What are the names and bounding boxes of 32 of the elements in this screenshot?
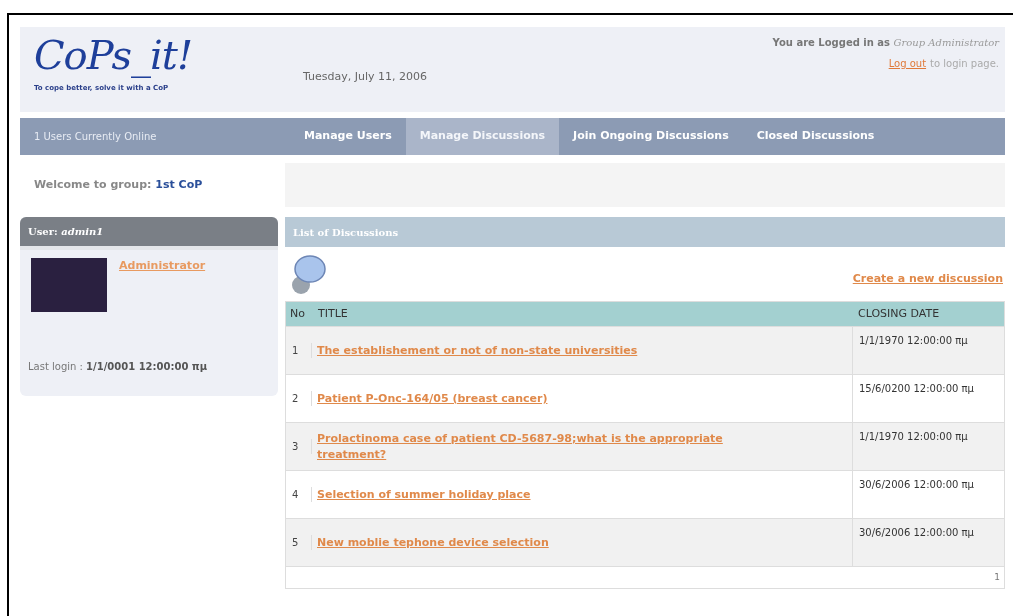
- closing-date: 30/6/2006 12:00:00 πμ: [852, 519, 1004, 566]
- nav-tab[interactable]: Join Ongoing Discussions: [559, 118, 743, 155]
- speech-bubble-icon: [289, 253, 327, 295]
- current-date: Tuesday, July 11, 2006: [303, 69, 427, 85]
- nav-tab[interactable]: Manage Discussions: [405, 118, 560, 155]
- column-header: No: [289, 305, 306, 322]
- discussion-link[interactable]: Patient P-Onc-164/05 (breast cancer): [317, 390, 792, 407]
- column-header: TITLE: [317, 305, 349, 322]
- row-number: 2: [286, 391, 312, 406]
- page-number: 1: [994, 570, 1000, 584]
- create-discussion-link[interactable]: Create a new discussion: [852, 270, 1003, 287]
- logo-text: CoPs_it!: [34, 33, 193, 77]
- row-number: 4: [286, 487, 312, 502]
- row-number: 5: [286, 535, 312, 550]
- row-number: 1: [286, 343, 312, 358]
- online-users: 1 Users Currently Online: [33, 130, 158, 144]
- user-title: User: admin1: [28, 225, 104, 239]
- discussion-link[interactable]: Selection of summer holiday place: [317, 486, 792, 503]
- row-number: 3: [286, 439, 312, 454]
- login-status: You are Logged in as Group Administrator: [772, 36, 999, 50]
- nav-tab[interactable]: Closed Discussions: [742, 118, 889, 155]
- nav-tab[interactable]: Manage Users: [290, 118, 406, 155]
- logout-link[interactable]: Log out: [888, 56, 927, 71]
- last-login: Last login : 1/1/0001 12:00:00 πμ: [27, 360, 209, 374]
- profile-link[interactable]: Administrator: [119, 258, 206, 312]
- column-header: CLOSING DATE: [857, 305, 941, 322]
- discussion-link[interactable]: The establishement or not of non-state universities: [317, 342, 792, 359]
- discussion-link[interactable]: New moblie tephone device selection: [317, 534, 792, 551]
- welcome-text: Welcome to group: 1st CoP: [34, 176, 203, 193]
- discussion-link[interactable]: Prolactinoma case of patient CD-5687-98;what is the appropriate treatment?: [317, 430, 792, 463]
- panel-title: List of Discussions: [293, 225, 399, 240]
- logout-hint: to login page.: [930, 57, 999, 71]
